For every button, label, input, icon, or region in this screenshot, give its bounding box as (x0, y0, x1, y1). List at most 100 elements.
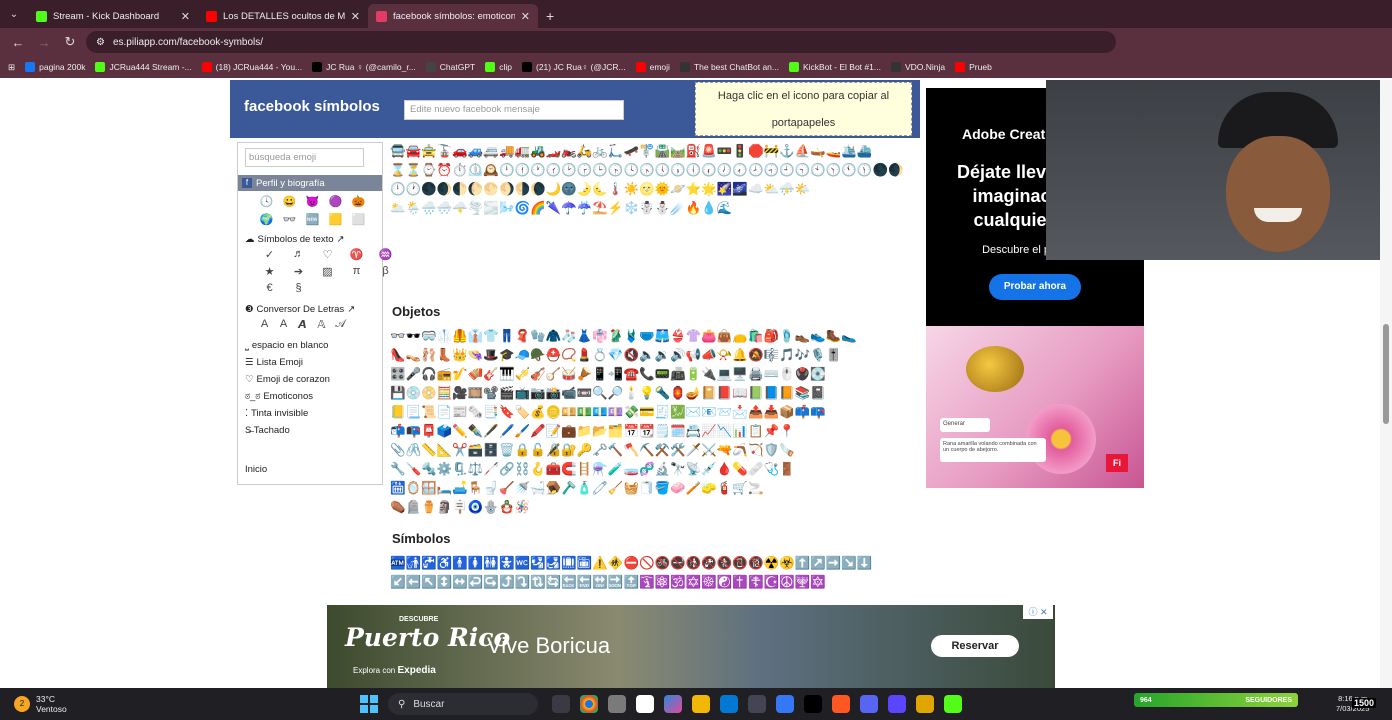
font-style-icon[interactable]: 𝔸 (312, 318, 331, 335)
reload-button[interactable]: ↻ (60, 34, 80, 50)
aries-icon[interactable]: ♈ (342, 248, 371, 265)
bookmark-item[interactable]: JC Rua ♀ (@camilo_r... (312, 62, 416, 72)
page-scrollbar[interactable] (1380, 80, 1392, 688)
edge-icon[interactable] (720, 695, 738, 713)
weather-widget[interactable]: 2 33°C Ventoso (0, 694, 360, 714)
sidebar-item-emoticons[interactable]: ಠ_ಠ Emoticonos (238, 386, 382, 403)
heart-icon[interactable]: ♡ (313, 248, 342, 265)
new-icon[interactable]: 🆕 (301, 213, 324, 229)
home-link[interactable]: Inicio (245, 464, 267, 475)
symbol-row[interactable]: 🚍🚘🚖🚡🚗🚙🚐🚚🚛🚜🏎️🏍️🛵🚲🛴🛹🚏🛣️🛤️⛽🚨🚥🚦🛑🚧⚓⛵🛶🚤🛳️⛴️ (390, 142, 920, 161)
kick-icon[interactable] (944, 695, 962, 713)
chrome-icon[interactable] (580, 695, 598, 713)
puerto-rico-ad[interactable]: DESCUBRE Puerto Rico Explora con Expedia… (327, 605, 1055, 688)
devil-icon[interactable]: 😈 (301, 195, 324, 211)
bookmark-item[interactable]: (18) JCRua444 - You... (201, 62, 302, 72)
pumpkin-icon[interactable]: 🎃 (347, 195, 370, 211)
objects-symbol-grid[interactable]: 👓🕶️🥽🥼🦺👔👕👖🧣🧤🧥🧦👗👘🥻🩱🩲🩳👙👚👛👜👝🛍️🎒🩴👞👟🥾🥿 👠👡🩰👢👑👒🎩… (390, 327, 920, 517)
close-tab-icon[interactable]: ✕ (351, 10, 360, 23)
font-style-icon[interactable]: A (274, 318, 293, 335)
sidebar-item-profile[interactable]: f Perfil y biografía (238, 175, 382, 191)
ad-close-icon[interactable]: ⓘ ✕ (1023, 605, 1053, 619)
symbol-row[interactable]: 👠👡🩰👢👑👒🎩🎓🧢🪖⛑️📿💄💍💎🔇🔈🔉🔊📢📣📯🔔🔕🎼🎵🎶🎙️🎚️ (390, 346, 920, 365)
sidebar-item-strikethrough[interactable]: S̶ Tachado (238, 420, 382, 437)
symbol-row[interactable]: 👓🕶️🥽🥼🦺👔👕👖🧣🧤🧥🧦👗👘🥻🩱🩲🩳👙👚👛👜👝🛍️🎒🩴👞👟🥾🥿 (390, 327, 920, 346)
store-icon[interactable] (748, 695, 766, 713)
font-style-icon[interactable]: 𝒜 (331, 318, 350, 335)
symbol-row[interactable]: 🔧🪛🔩⚙️🗜️⚖️🦯🔗⛓️🪝🧰🧲🪜⚗️🧪🧫🧬🔬🔭📡💉🩸💊🩹🩺🚪 (390, 460, 920, 479)
symbol-row[interactable]: 🌥️🌦️🌧️🌨️🌩️🌪️🌫️🌬️🌀🌈🌂☂️☔⛱️⚡❄️☃️⛄☄️🔥💧🌊 (390, 199, 920, 218)
symbol-row[interactable]: ↙️⬅️↖️↕️↔️↩️↪️⤴️⤵️🔃🔄🔙🔚🔛🔜🔝🛐⚛️🕉️✡️☸️☯️✝️☦️… (390, 573, 920, 592)
symbol-row[interactable]: 📬📭📮🗳️✏️✒️🖋️🖊️🖌️🖍️📝💼📁📂🗂️📅📆🗒️🗓️📇📈📉📊📋📌📍 (390, 422, 920, 441)
travel-symbol-grid[interactable]: 🚍🚘🚖🚡🚗🚙🚐🚚🚛🚜🏎️🏍️🛵🚲🛴🛹🚏🛣️🛤️⛽🚨🚥🚦🛑🚧⚓⛵🛶🚤🛳️⛴️ ⌛⏳… (390, 142, 920, 218)
star-icon[interactable]: ★ (255, 265, 284, 282)
url-bar[interactable]: ⚙ es.piliapp.com/facebook-symbols/ (86, 31, 1116, 53)
bookmark-item[interactable]: (21) JC Rua♀ (@JCR... (521, 62, 626, 72)
hatched-square-icon[interactable]: ▨ (313, 265, 342, 282)
music-note-icon[interactable]: ♬ (284, 248, 313, 265)
discord-icon[interactable] (860, 695, 878, 713)
smiley-icon[interactable]: 😀 (278, 195, 301, 211)
back-button[interactable]: ← (8, 35, 28, 50)
tab-facebook-symbols[interactable]: facebook símbolos: emoticone ✕ (368, 4, 538, 28)
bookmark-item[interactable]: pagina 200k (25, 62, 85, 72)
close-tab-icon[interactable]: ✕ (521, 10, 530, 23)
sidebar-item-invisible-ink[interactable]: ⁚ Tinta invisible (238, 403, 382, 420)
app-icon[interactable] (916, 695, 934, 713)
ad-cta-button[interactable]: Probar ahora (989, 274, 1081, 300)
symbol-row[interactable]: ⌛⏳⌚⏰⏱️⏲️🕰️🕛🕧🕐🕜🕑🕝🕒🕞🕓🕟🕔🕠🕕🕡🕖🕢🕗🕣🕘🕤🕙🕥🕚🕦🌑🌒 (390, 161, 920, 180)
scrollbar-thumb[interactable] (1383, 324, 1389, 424)
obs-icon[interactable] (888, 695, 906, 713)
purple-circle-icon[interactable]: 🟣 (324, 195, 347, 211)
brave-icon[interactable] (832, 695, 850, 713)
bookmark-item[interactable]: Prueb (955, 62, 992, 72)
sidebar-item-letter-converter[interactable]: ❸ Conversor De Letras ↗ (238, 299, 382, 316)
copilot-icon[interactable] (664, 695, 682, 713)
tab-youtube-video[interactable]: Los DETALLES ocultos de MUJE ✕ (198, 4, 368, 28)
symbol-row[interactable]: ⚰️🪦⚱️🗿🪧🧿🪬🪆🪅 (390, 498, 920, 517)
symbols-symbol-grid[interactable]: 🏧🚮🚰♿🚹🚺🚻🚼🚾🛂🛃🛄🛅⚠️🚸⛔🚫🚳🚭🚯🚱🚷📵🔞☢️☣️⬆️↗️➡️↘️⬇️ … (390, 554, 920, 592)
tiktok-icon[interactable] (804, 695, 822, 713)
section-icon[interactable]: § (284, 282, 313, 299)
close-tab-icon[interactable]: ✕ (181, 10, 190, 23)
reserve-button[interactable]: Reservar (931, 635, 1019, 657)
symbol-row[interactable]: 🕛🕐🌑🌒🌓🌔🌕🌖🌗🌘🌙🌚🌛🌜🌡️☀️🌝🌞🪐⭐🌟🌠🌌☁️⛅⛈️🌤️ (390, 180, 920, 199)
square-icon[interactable]: ⬜ (347, 213, 370, 229)
emoji-search-input[interactable]: búsqueda emoji (245, 148, 364, 167)
new-tab-button[interactable]: + (538, 8, 562, 28)
bookmark-item[interactable]: KickBot - El Bot #1... (789, 62, 881, 72)
bookmark-item[interactable]: ChatGPT (425, 62, 475, 72)
symbol-row[interactable]: 💾💿📀🧮🎥🎞️📽️🎬📺📷📸📹📼🔍🔎🕯️💡🔦🏮🪔📔📕📖📗📘📙📚📓 (390, 384, 920, 403)
clock-icon[interactable]: 🕓 (255, 195, 278, 211)
font-style-icon[interactable]: 𝘼 (293, 318, 312, 335)
site-logo[interactable]: facebook símbolos (244, 98, 380, 115)
windows-start-icon[interactable] (360, 695, 378, 713)
task-view-icon[interactable] (552, 695, 570, 713)
bookmark-item[interactable]: The best ChatBot an... (679, 62, 779, 72)
app-icon[interactable] (776, 695, 794, 713)
symbol-row[interactable]: 🛗🪞🪟🛏️🛋️🪑🚽🪠🚿🛁🪤🪒🧴🧷🧹🧺🧻🪣🧼🪥🧽🧯🛒🚬 (390, 479, 920, 498)
bookmark-item[interactable]: emoji (635, 62, 670, 72)
app-icon[interactable] (636, 695, 654, 713)
forward-button[interactable]: → (34, 35, 54, 50)
glasses-icon[interactable]: 👓 (278, 213, 301, 229)
sidebar-item-blank-space[interactable]: ⎵ espacio en blanco (238, 335, 382, 352)
euro-icon[interactable]: € (255, 282, 284, 299)
tab-kick-dashboard[interactable]: Stream - Kick Dashboard ✕ (28, 4, 198, 28)
file-explorer-icon[interactable] (692, 695, 710, 713)
globe-icon[interactable]: 🌍 (255, 213, 278, 229)
symbol-row[interactable]: 📒📃📜📄📰🗞️📑🔖🏷️💰🪙💴💵💶💷💸💳🧾💹✉️📧📨📩📤📥📦📫📪 (390, 403, 920, 422)
taskbar-search[interactable]: ⚲ Buscar (388, 693, 538, 715)
symbol-row[interactable]: 🎛️🎤🎧📻🎷🪗🎸🎹🎺🎻🪕🥁🪘📱📲☎️📞📟📠🔋🔌💻🖥️🖨️⌨️🖱️🖲️💽 (390, 365, 920, 384)
app-icon[interactable] (608, 695, 626, 713)
site-info-icon[interactable]: ⚙ (96, 37, 105, 48)
pi-icon[interactable]: π (342, 265, 371, 282)
apps-grid-icon[interactable]: ⊞ (8, 62, 15, 73)
symbol-row[interactable]: 🏧🚮🚰♿🚹🚺🚻🚼🚾🛂🛃🛄🛅⚠️🚸⛔🚫🚳🚭🚯🚱🚷📵🔞☢️☣️⬆️↗️➡️↘️⬇️ (390, 554, 920, 573)
sidebar-item-text-symbols[interactable]: ☁ Símbolos de texto ↗ (238, 229, 382, 246)
flag-icon[interactable]: 🟨 (324, 213, 347, 229)
bookmark-item[interactable]: clip (485, 62, 512, 72)
message-editor-input[interactable]: Edite nuevo facebook mensaje (404, 100, 624, 120)
font-style-icon[interactable]: A (255, 318, 274, 335)
sidebar-item-emoji-list[interactable]: ☰ Lista Emoji (238, 352, 382, 369)
